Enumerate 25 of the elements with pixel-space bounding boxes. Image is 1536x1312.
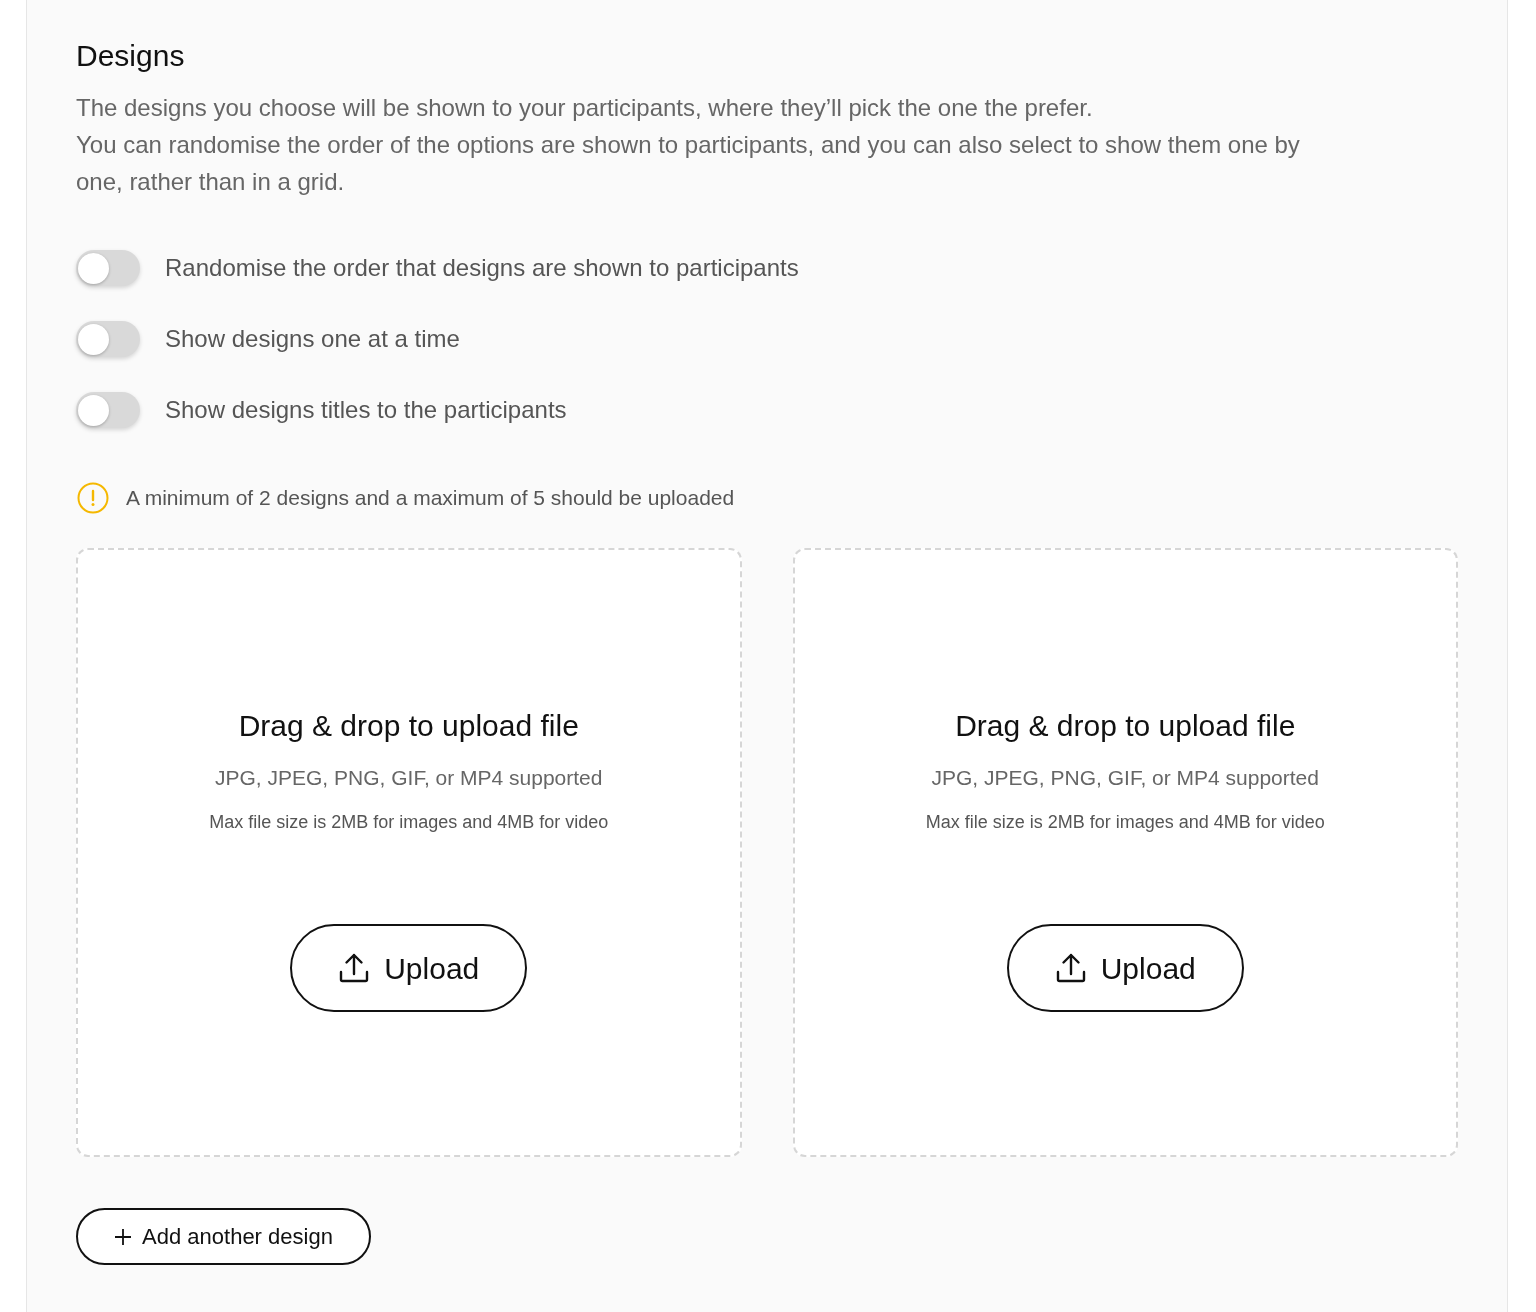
upload-dropzone[interactable]: Drag & drop to upload file JPG, JPEG, PNG, GIF, or MP4 supported Max file size is 2MB for images and 4MB for video Upload: [792, 548, 1458, 1157]
supported-formats-text: JPG, JPEG, PNG, GIF, or MP4 supported: [931, 765, 1319, 791]
description-text: You can randomise the order of the options are shown to participants, and you can also select to show them one by one, rather than in a grid.: [76, 130, 1301, 197]
toggle-label: Randomise the order that designs are shown to participants: [165, 253, 799, 283]
description-text: The designs you choose will be shown to your participants, where they’ll pick the one the prefer.: [76, 93, 1094, 123]
toggle-label: Show designs titles to the participants: [165, 395, 567, 425]
dropzone-title: Drag & drop to upload file: [955, 708, 1296, 744]
add-design-button[interactable]: Add another design: [76, 1208, 371, 1265]
notice-text: A minimum of 2 designs and a maximum of 5 should be uploaded: [126, 485, 735, 512]
upload-icon: [1054, 952, 1087, 984]
toggle-switch[interactable]: [76, 321, 140, 357]
toggle-label: Show designs one at a time: [165, 324, 460, 354]
warning-icon: [77, 482, 109, 514]
toggle-switch[interactable]: [76, 250, 140, 286]
upload-button[interactable]: Upload: [1006, 924, 1244, 1012]
section-title: Designs: [76, 38, 186, 74]
file-size-limit-text: Max file size is 2MB for images and 4MB for video: [209, 811, 609, 834]
dropzone-title: Drag & drop to upload file: [238, 708, 579, 744]
plus-icon: [114, 1227, 133, 1246]
toggle-switch[interactable]: [76, 392, 140, 428]
file-size-limit-text: Max file size is 2MB for images and 4MB for video: [925, 811, 1325, 834]
supported-formats-text: JPG, JPEG, PNG, GIF, or MP4 supported: [215, 765, 603, 791]
upload-button[interactable]: Upload: [290, 924, 528, 1012]
upload-icon: [338, 952, 371, 984]
upload-dropzone[interactable]: Drag & drop to upload file JPG, JPEG, PNG, GIF, or MP4 supported Max file size is 2MB for images and 4MB for video Upload: [76, 548, 742, 1157]
